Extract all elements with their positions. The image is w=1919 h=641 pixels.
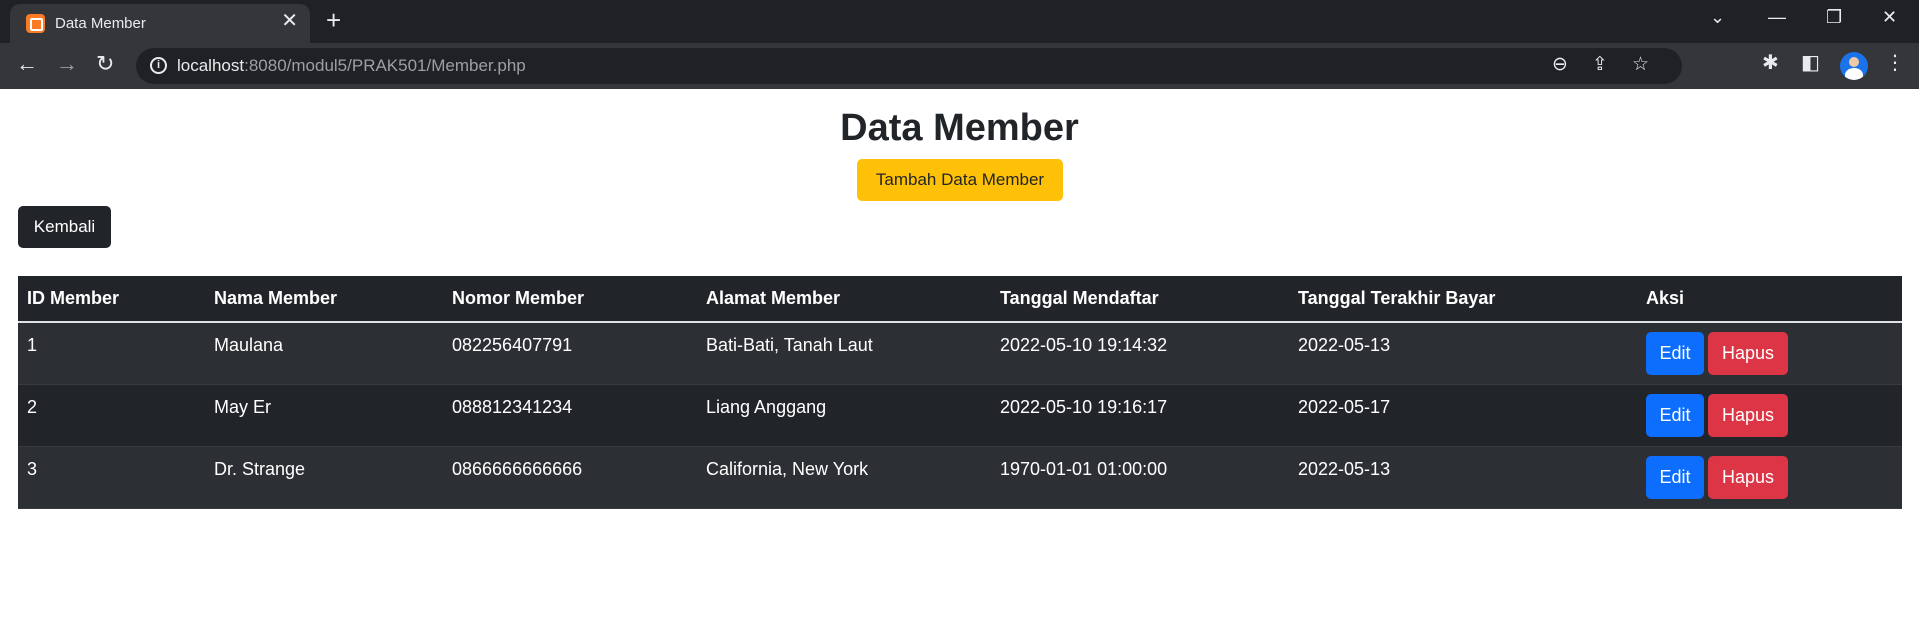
browser-tab-bar: Data Member ✕ + ⌄ — ❐ ✕: [0, 0, 1919, 43]
cell-id: 3: [18, 446, 205, 509]
table-row: 2 May Er 088812341234 Liang Anggang 2022…: [18, 384, 1902, 447]
cell-nama: May Er: [205, 384, 443, 447]
menu-icon[interactable]: ⋮: [1885, 53, 1905, 73]
column-header: ID Member: [18, 276, 205, 323]
address-bar[interactable]: i localhost:8080/modul5/PRAK501/Member.p…: [136, 48, 1682, 84]
table-header-row: ID Member Nama Member Nomor Member Alama…: [18, 276, 1902, 323]
cell-nama: Maulana: [205, 322, 443, 385]
extensions-icon[interactable]: ✱: [1762, 53, 1779, 73]
site-info-icon[interactable]: i: [150, 57, 167, 74]
column-header: Alamat Member: [697, 276, 991, 323]
edit-button[interactable]: Edit: [1646, 393, 1704, 437]
share-icon[interactable]: ⇪: [1592, 55, 1608, 74]
cell-nama: Dr. Strange: [205, 446, 443, 509]
edit-button[interactable]: Edit: [1646, 455, 1704, 499]
reload-icon[interactable]: ↻: [96, 53, 114, 75]
delete-button[interactable]: Hapus: [1708, 393, 1788, 437]
browser-toolbar: ← → ↻ i localhost:8080/modul5/PRAK501/Me…: [0, 43, 1919, 89]
cell-tgl-bayar: 2022-05-13: [1289, 446, 1637, 509]
bookmark-star-icon[interactable]: ☆: [1632, 55, 1649, 74]
add-member-button[interactable]: Tambah Data Member: [857, 159, 1063, 201]
cell-tgl-daftar: 2022-05-10 19:14:32: [991, 322, 1289, 385]
cell-alamat: Bati-Bati, Tanah Laut: [697, 322, 991, 385]
cell-aksi: Edit Hapus: [1637, 322, 1902, 385]
close-tab-icon[interactable]: ✕: [281, 11, 298, 31]
window-close-icon[interactable]: ✕: [1882, 8, 1897, 26]
table-row: 1 Maulana 082256407791 Bati-Bati, Tanah …: [18, 322, 1902, 385]
cell-tgl-bayar: 2022-05-17: [1289, 384, 1637, 447]
column-header: Tanggal Mendaftar: [991, 276, 1289, 323]
cell-tgl-daftar: 2022-05-10 19:16:17: [991, 384, 1289, 447]
cell-alamat: California, New York: [697, 446, 991, 509]
edit-button[interactable]: Edit: [1646, 332, 1704, 375]
minimize-icon[interactable]: —: [1768, 8, 1786, 26]
cell-tgl-daftar: 1970-01-01 01:00:00: [991, 446, 1289, 509]
tab-title: Data Member: [55, 15, 146, 32]
browser-tab[interactable]: Data Member ✕: [10, 4, 310, 43]
cell-aksi: Edit Hapus: [1637, 446, 1902, 509]
cell-aksi: Edit Hapus: [1637, 384, 1902, 447]
delete-button[interactable]: Hapus: [1708, 332, 1788, 375]
cell-id: 1: [18, 322, 205, 385]
cell-tgl-bayar: 2022-05-13: [1289, 322, 1637, 385]
cell-nomor: 0866666666666: [443, 446, 697, 509]
new-tab-icon[interactable]: +: [326, 7, 341, 33]
column-header: Nama Member: [205, 276, 443, 323]
cell-nomor: 082256407791: [443, 322, 697, 385]
page-title: Data Member: [840, 107, 1079, 149]
url-text[interactable]: localhost:8080/modul5/PRAK501/Member.php: [177, 56, 526, 76]
xampp-favicon-icon: [26, 14, 45, 33]
forward-icon[interactable]: →: [56, 53, 78, 75]
delete-button[interactable]: Hapus: [1708, 455, 1788, 499]
back-icon[interactable]: ←: [16, 53, 38, 75]
table-row: 3 Dr. Strange 0866666666666 California, …: [18, 446, 1902, 509]
cell-nomor: 088812341234: [443, 384, 697, 447]
page-content: Data Member Tambah Data Member Kembali I…: [0, 89, 1919, 641]
cell-id: 2: [18, 384, 205, 447]
zoom-icon[interactable]: ⊖: [1552, 55, 1568, 74]
column-header: Tanggal Terakhir Bayar: [1289, 276, 1637, 323]
back-button[interactable]: Kembali: [18, 206, 111, 248]
restore-icon[interactable]: ❐: [1826, 8, 1842, 26]
profile-avatar[interactable]: [1840, 52, 1868, 80]
cell-alamat: Liang Anggang: [697, 384, 991, 447]
tab-search-icon[interactable]: ⌄: [1710, 8, 1725, 26]
members-table: ID Member Nama Member Nomor Member Alama…: [18, 276, 1902, 509]
column-header: Nomor Member: [443, 276, 697, 323]
column-header: Aksi: [1637, 276, 1902, 323]
side-panel-icon[interactable]: ◧: [1801, 53, 1820, 73]
